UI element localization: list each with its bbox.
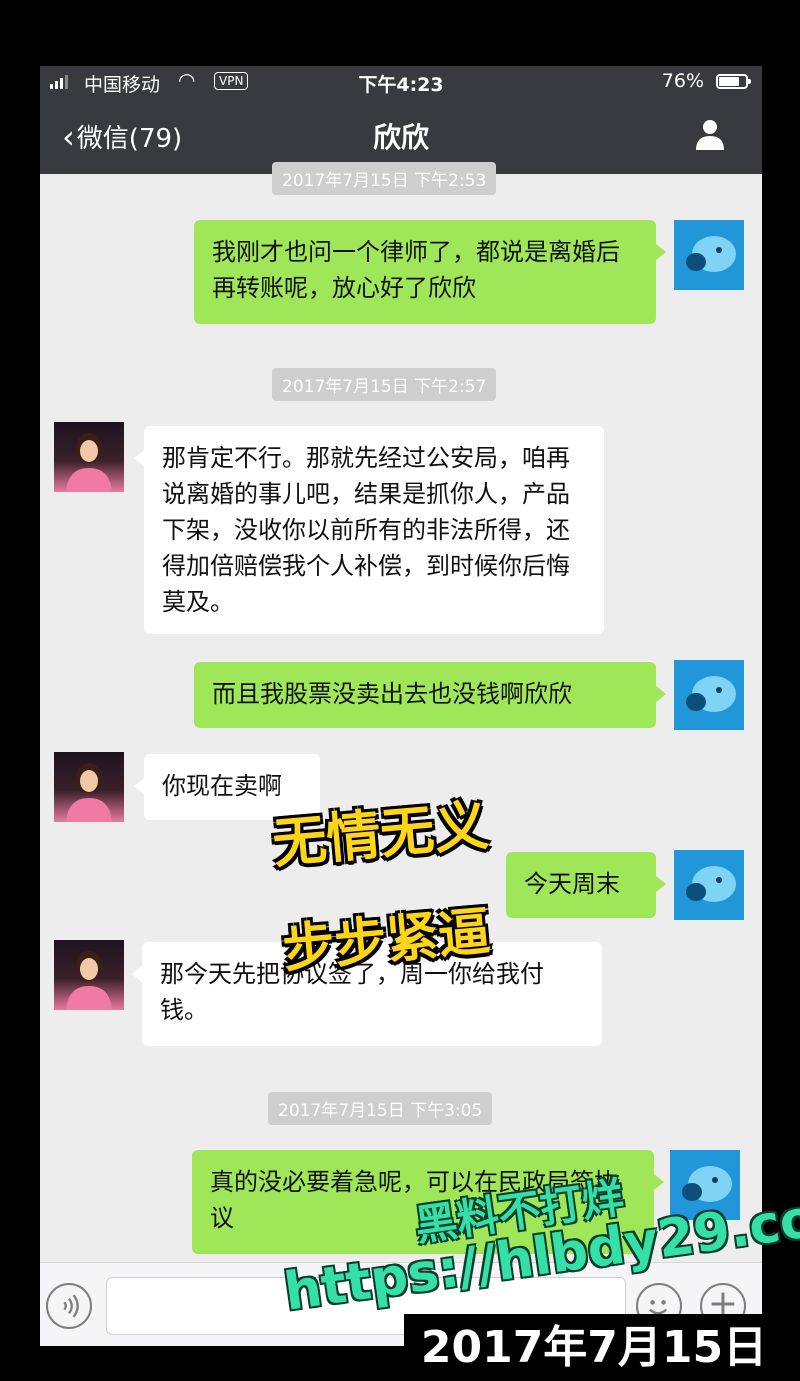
girl-avatar-icon (66, 763, 112, 822)
contact-avatar[interactable] (54, 940, 124, 1010)
my-avatar[interactable] (674, 850, 744, 920)
voice-icon[interactable] (46, 1283, 92, 1329)
message-bubble[interactable]: 今天周末 (506, 852, 666, 918)
timestamp: 2017年7月15日 下午2:53 (272, 162, 497, 195)
message-bubble[interactable]: 那肯定不行。那就先经过公安局，咱再说离婚的事儿吧，结果是抓你人，产品下架，没收你… (134, 426, 604, 634)
person-icon[interactable] (692, 116, 728, 152)
girl-avatar-icon (66, 951, 112, 1010)
battery-percent: 76% (661, 70, 704, 92)
date-badge: 2017年7月15日 (404, 1314, 784, 1381)
message-bubble[interactable]: 而且我股票没卖出去也没钱啊欣欣 (194, 662, 666, 728)
timestamp: 2017年7月15日 下午2:57 (272, 368, 497, 401)
cartoon-avatar-icon (686, 866, 736, 902)
timestamp: 2017年7月15日 下午3:05 (268, 1092, 493, 1125)
battery-icon (716, 74, 751, 89)
contact-avatar[interactable] (54, 422, 124, 492)
status-bar: 中国移动 ◠ VPN 下午4:23 76% (40, 66, 762, 98)
cartoon-avatar-icon (686, 236, 736, 272)
girl-avatar-icon (66, 433, 112, 492)
chat-title: 欣欣 (372, 121, 429, 154)
my-avatar[interactable] (674, 660, 744, 730)
battery-tip (748, 79, 751, 84)
wechat-screen: 中国移动 ◠ VPN 下午4:23 76% ‹ 微信(79) 欣欣 2017年7… (40, 66, 762, 1346)
cartoon-avatar-icon (686, 676, 736, 712)
my-avatar[interactable] (674, 220, 744, 290)
contact-avatar[interactable] (54, 752, 124, 822)
battery-fill (719, 77, 739, 86)
message-bubble[interactable]: 我刚才也问一个律师了，都说是离婚后再转账呢，放心好了欣欣 (194, 220, 666, 324)
status-time: 下午4:23 (358, 74, 444, 96)
